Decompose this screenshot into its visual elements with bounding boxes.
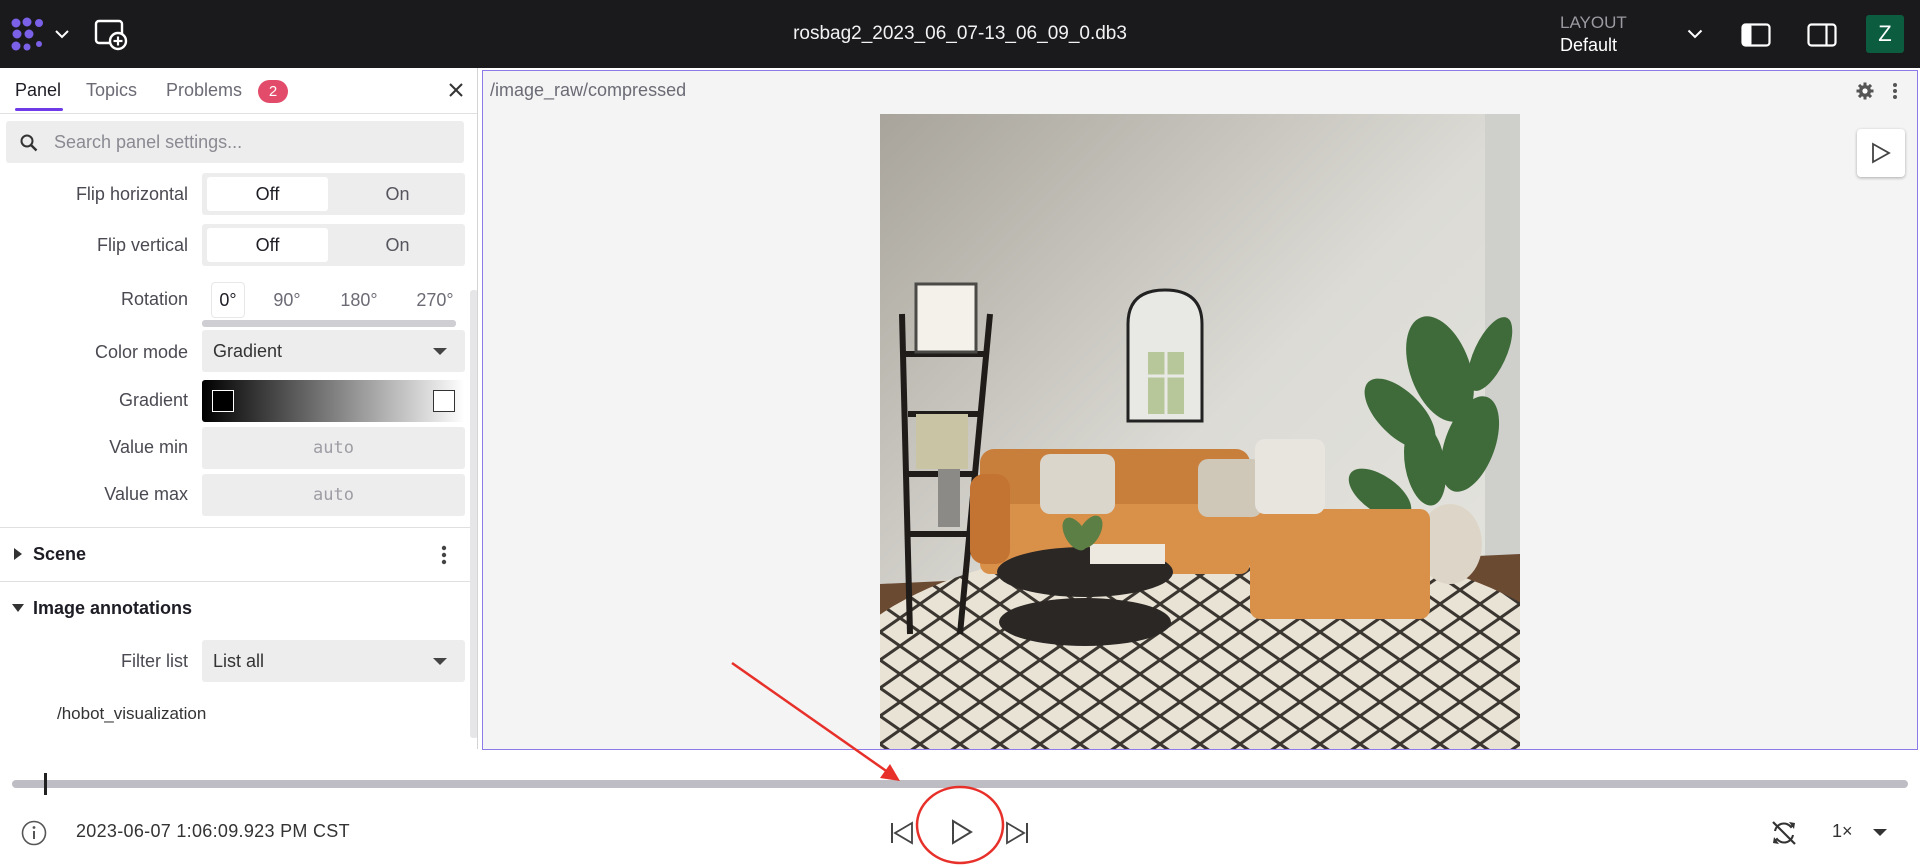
image-annotations-section-title: Image annotations (33, 598, 193, 618)
chevron-down-icon[interactable] (55, 30, 69, 39)
gear-icon[interactable] (1856, 82, 1874, 100)
value-max-input[interactable]: auto (202, 474, 465, 516)
gradient-bar (202, 380, 465, 422)
tab-panel[interactable]: Panel (15, 80, 61, 101)
annotation-arrow-head (880, 764, 900, 781)
tab-problems[interactable]: Problems (166, 80, 242, 101)
layout-label: LAYOUT (1560, 13, 1627, 32)
chevron-down-icon[interactable] (1687, 29, 1703, 39)
rotation-options: 0° 90° 180° 270° (202, 279, 465, 319)
flip-vertical-label: Flip vertical (96, 235, 188, 255)
playback-speed-value[interactable]: 1× (1832, 821, 1853, 842)
sidebar-scrollbar[interactable] (470, 290, 477, 738)
caret-down-icon[interactable] (1873, 829, 1887, 837)
gradient-label: Gradient (118, 390, 188, 410)
scene-section-title: Scene (33, 544, 87, 564)
rotation-270[interactable]: 270° (409, 283, 461, 317)
rotation-0[interactable]: 0° (212, 283, 244, 317)
close-icon[interactable] (448, 82, 464, 98)
flip-vertical-off[interactable]: Off (207, 228, 328, 262)
playback-scrubber[interactable] (44, 773, 48, 795)
flip-horizontal-off[interactable]: Off (207, 177, 328, 211)
flip-horizontal-label: Flip horizontal (75, 184, 188, 204)
loop-off-icon[interactable] (1770, 819, 1798, 847)
data-source-title: rosbag2_2023_06_07-13_06_09_0.db3 (793, 23, 1127, 44)
camera-image (880, 114, 1520, 749)
gradient-max-color-swatch[interactable] (433, 390, 455, 412)
top-app-bar: rosbag2_2023_06_07-13_06_09_0.db3 LAYOUT… (0, 0, 1920, 68)
skip-back-icon[interactable] (889, 820, 915, 846)
value-min-input[interactable]: auto (202, 427, 465, 469)
sidebar-tabs: Panel Topics Problems 2 (0, 68, 477, 114)
scene-section-header[interactable]: Scene (0, 527, 470, 581)
annotation-topic-item[interactable]: /hobot_visualization (57, 704, 206, 724)
caret-down-icon (433, 348, 447, 356)
filter-list-label: Filter list (121, 651, 188, 671)
value-max-label: Value max (104, 484, 188, 504)
settings-search-box (6, 121, 464, 163)
tab-topics[interactable]: Topics (86, 80, 137, 101)
active-tab-indicator (15, 108, 63, 111)
left-sidebar-toggle-icon[interactable] (1741, 23, 1771, 47)
settings-search-input[interactable] (52, 121, 452, 163)
caret-right-icon (14, 548, 22, 560)
rotation-180[interactable]: 180° (333, 283, 385, 317)
caret-down-icon (433, 658, 447, 666)
image-topic-title[interactable]: /image_raw/compressed (490, 80, 686, 101)
rotation-scrollbar[interactable] (202, 320, 456, 327)
rotation-label: Rotation (120, 289, 188, 309)
flip-horizontal-toggle: Off On (202, 173, 465, 215)
image-annotations-section-header[interactable]: Image annotations (0, 581, 470, 635)
color-mode-value: Gradient (213, 341, 283, 361)
publish-button[interactable] (1857, 129, 1905, 177)
user-avatar[interactable]: Z (1866, 15, 1904, 53)
filter-list-value: List all (213, 651, 265, 671)
color-mode-select[interactable]: Gradient (202, 330, 465, 372)
filter-list-select[interactable]: List all (202, 640, 465, 682)
image-panel[interactable]: /image_raw/compressed (482, 70, 1918, 750)
right-sidebar-toggle-icon[interactable] (1807, 23, 1837, 47)
flip-vertical-toggle: Off On (202, 224, 465, 266)
rotation-90[interactable]: 90° (267, 283, 307, 317)
flip-vertical-on[interactable]: On (337, 228, 458, 262)
panel-settings-sidebar: Panel Topics Problems 2 Flip horizontal … (0, 68, 478, 749)
more-vertical-icon[interactable] (441, 545, 447, 565)
play-icon[interactable] (946, 817, 976, 847)
flip-horizontal-on[interactable]: On (337, 177, 458, 211)
layout-value: Default (1560, 35, 1618, 55)
caret-down-icon (12, 604, 24, 612)
current-time-readout[interactable]: 2023-06-07 1:06:09.923 PM CST (76, 821, 350, 842)
problems-count-badge: 2 (258, 80, 288, 103)
value-min-label: Value min (109, 437, 188, 457)
more-vertical-icon[interactable] (1892, 82, 1898, 100)
search-icon (20, 134, 38, 152)
info-icon[interactable] (21, 820, 47, 846)
app-logo-icon[interactable] (10, 17, 48, 53)
color-mode-label: Color mode (94, 342, 188, 362)
add-panel-icon[interactable] (94, 19, 128, 51)
living-room-photo (880, 114, 1520, 749)
playback-timeline[interactable] (12, 780, 1908, 788)
skip-forward-icon[interactable] (1004, 820, 1030, 846)
gradient-min-color-swatch[interactable] (212, 390, 234, 412)
layout-menu[interactable]: LAYOUT Default (1560, 13, 1627, 57)
publish-pointer-icon (1872, 142, 1891, 164)
